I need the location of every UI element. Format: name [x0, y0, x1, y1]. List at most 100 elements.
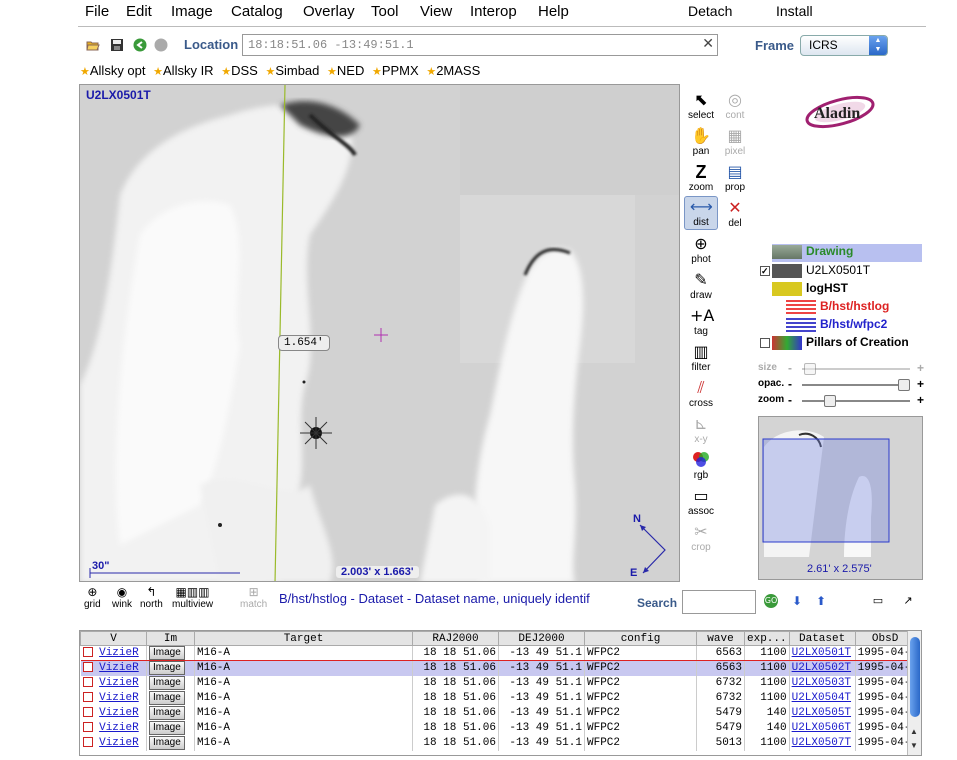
- zoom-tool[interactable]: Zzoom: [684, 162, 718, 193]
- dataset-link[interactable]: U2LX0507T: [792, 737, 851, 749]
- install-button[interactable]: Install: [776, 3, 813, 19]
- north-button[interactable]: ↰ north: [140, 585, 163, 610]
- table-row[interactable]: VizieR Image M16-A 18 18 51.06 -13 49 51…: [80, 735, 916, 751]
- col-target[interactable]: Target: [194, 631, 413, 646]
- table-row[interactable]: VizieR Image M16-A 18 18 51.06 -13 49 51…: [80, 645, 916, 661]
- visibility-checkbox[interactable]: ✓: [760, 265, 770, 276]
- opacity-slider[interactable]: opac. - +: [758, 377, 926, 392]
- table-row[interactable]: VizieR Image M16-A 18 18 51.06 -13 49 51…: [80, 705, 916, 721]
- cross-tool[interactable]: ⫽ cross: [684, 378, 718, 409]
- image-button[interactable]: Image: [149, 646, 185, 660]
- dataset-link[interactable]: U2LX0506T: [792, 722, 851, 734]
- dataset-link[interactable]: U2LX0505T: [792, 707, 851, 719]
- col-config[interactable]: config: [584, 631, 697, 646]
- open-folder-icon[interactable]: [86, 38, 100, 52]
- image-button[interactable]: Image: [149, 676, 185, 690]
- col-v[interactable]: V: [80, 631, 147, 646]
- layer-loghst[interactable]: logHST: [772, 281, 848, 299]
- pan-tool[interactable]: ✋ pan: [684, 126, 718, 157]
- pixel-tool[interactable]: ▦ pixel: [718, 126, 752, 157]
- layer-u2lx0501t[interactable]: ✓ U2LX0501T: [760, 263, 870, 281]
- window-icon[interactable]: ▭: [871, 594, 885, 608]
- table-scrollbar[interactable]: ▲ ▼: [907, 631, 921, 755]
- clear-icon[interactable]: ✕: [702, 36, 714, 52]
- image-button[interactable]: Image: [149, 721, 185, 735]
- bookmark-dss[interactable]: ★DSS: [221, 63, 258, 78]
- row-checkbox[interactable]: [82, 647, 93, 658]
- vizier-link[interactable]: VizieR: [99, 737, 139, 749]
- bookmark-allsky-ir[interactable]: ★Allsky IR: [153, 63, 213, 78]
- layer-hstlog[interactable]: B/hst/hstlog: [786, 299, 889, 317]
- vizier-link[interactable]: VizieR: [99, 662, 139, 674]
- col-exp[interactable]: exp...: [744, 631, 790, 646]
- image-button[interactable]: Image: [149, 706, 185, 720]
- size-slider[interactable]: size - +: [758, 361, 926, 376]
- bookmark-ppmx[interactable]: ★PPMX: [372, 63, 419, 78]
- multiview-button[interactable]: ▦▥▥ multiview: [172, 585, 213, 610]
- row-checkbox[interactable]: [82, 737, 93, 748]
- col-im[interactable]: Im: [146, 631, 195, 646]
- image-viewer[interactable]: U2LX0501T 1.654' 2.003' x 1.663' 30" N E: [79, 84, 680, 582]
- panner-view[interactable]: 2.61' x 2.575': [758, 416, 923, 580]
- layer-drawing[interactable]: Drawing: [772, 244, 922, 262]
- table-row[interactable]: VizieR Image M16-A 18 18 51.06 -13 49 51…: [80, 720, 916, 736]
- menu-help[interactable]: Help: [538, 3, 569, 20]
- zoom-slider[interactable]: zoom - +: [758, 393, 926, 408]
- slider-knob[interactable]: [804, 363, 816, 375]
- sky-image[interactable]: [80, 85, 680, 582]
- vizier-link[interactable]: VizieR: [99, 692, 139, 704]
- slider-knob[interactable]: [824, 395, 836, 407]
- crop-tool[interactable]: ✂ crop: [684, 522, 718, 553]
- vizier-link[interactable]: VizieR: [99, 707, 139, 719]
- menu-image[interactable]: Image: [171, 3, 213, 20]
- filter-tool[interactable]: ▥ filter: [684, 342, 718, 373]
- bookmark-2mass[interactable]: ★2MASS: [426, 63, 480, 78]
- scrollbar-thumb[interactable]: [910, 637, 920, 717]
- col-de[interactable]: DEJ2000: [498, 631, 585, 646]
- del-tool[interactable]: ✕ del: [718, 198, 752, 229]
- row-checkbox[interactable]: [82, 692, 93, 703]
- vizier-link[interactable]: VizieR: [99, 722, 139, 734]
- col-wave[interactable]: wave: [696, 631, 745, 646]
- bookmark-simbad[interactable]: ★Simbad: [265, 63, 319, 78]
- row-checkbox[interactable]: [82, 707, 93, 718]
- scroll-down-icon[interactable]: ▼: [910, 741, 918, 750]
- tag-tool[interactable]: +A tag: [684, 306, 718, 337]
- bookmark-ned[interactable]: ★NED: [327, 63, 364, 78]
- cont-tool[interactable]: ◎ cont: [718, 90, 752, 121]
- frame-select[interactable]: ICRS ▲ ▼: [800, 35, 888, 56]
- vizier-link[interactable]: VizieR: [99, 647, 139, 659]
- row-checkbox[interactable]: [82, 662, 93, 673]
- phot-tool[interactable]: ⊕ phot: [684, 234, 718, 265]
- xy-tool[interactable]: ⊾ x-y: [684, 414, 718, 445]
- menu-interop[interactable]: Interop: [470, 3, 517, 20]
- image-button[interactable]: Image: [149, 661, 185, 676]
- dataset-link[interactable]: U2LX0501T: [792, 647, 851, 659]
- visibility-checkbox[interactable]: [760, 337, 770, 348]
- dataset-link[interactable]: U2LX0503T: [792, 677, 851, 689]
- row-checkbox[interactable]: [82, 677, 93, 688]
- row-checkbox[interactable]: [82, 722, 93, 733]
- table-row[interactable]: VizieR Image M16-A 18 18 51.06 -13 49 51…: [80, 690, 916, 706]
- save-icon[interactable]: [110, 38, 124, 52]
- layer-pillars[interactable]: Pillars of Creation: [760, 335, 909, 353]
- assoc-tool[interactable]: ▭ assoc: [684, 486, 718, 517]
- back-icon[interactable]: [133, 38, 147, 52]
- stop-icon[interactable]: [154, 38, 168, 52]
- grid-button[interactable]: ⊕ grid: [84, 585, 101, 610]
- menu-view[interactable]: View: [420, 3, 452, 20]
- scroll-up-icon[interactable]: ▲: [910, 727, 918, 736]
- arrow-down-icon[interactable]: ⬇: [790, 594, 804, 608]
- detach-icon[interactable]: ↗: [901, 594, 915, 608]
- bookmark-allsky-opt[interactable]: ★Allsky opt: [80, 63, 146, 78]
- dataset-link[interactable]: U2LX0502T: [792, 662, 851, 674]
- col-ra[interactable]: RAJ2000: [412, 631, 499, 646]
- menu-tool[interactable]: Tool: [371, 3, 399, 20]
- match-button[interactable]: ⊞ match: [240, 585, 267, 610]
- menu-file[interactable]: File: [85, 3, 109, 20]
- search-input[interactable]: [682, 590, 756, 614]
- prop-tool[interactable]: ▤ prop: [718, 162, 752, 193]
- col-dataset[interactable]: Dataset: [788, 631, 856, 646]
- table-row[interactable]: VizieR Image M16-A 18 18 51.06 -13 49 51…: [80, 675, 916, 691]
- table-row[interactable]: VizieR Image M16-A 18 18 51.06 -13 49 51…: [80, 660, 916, 676]
